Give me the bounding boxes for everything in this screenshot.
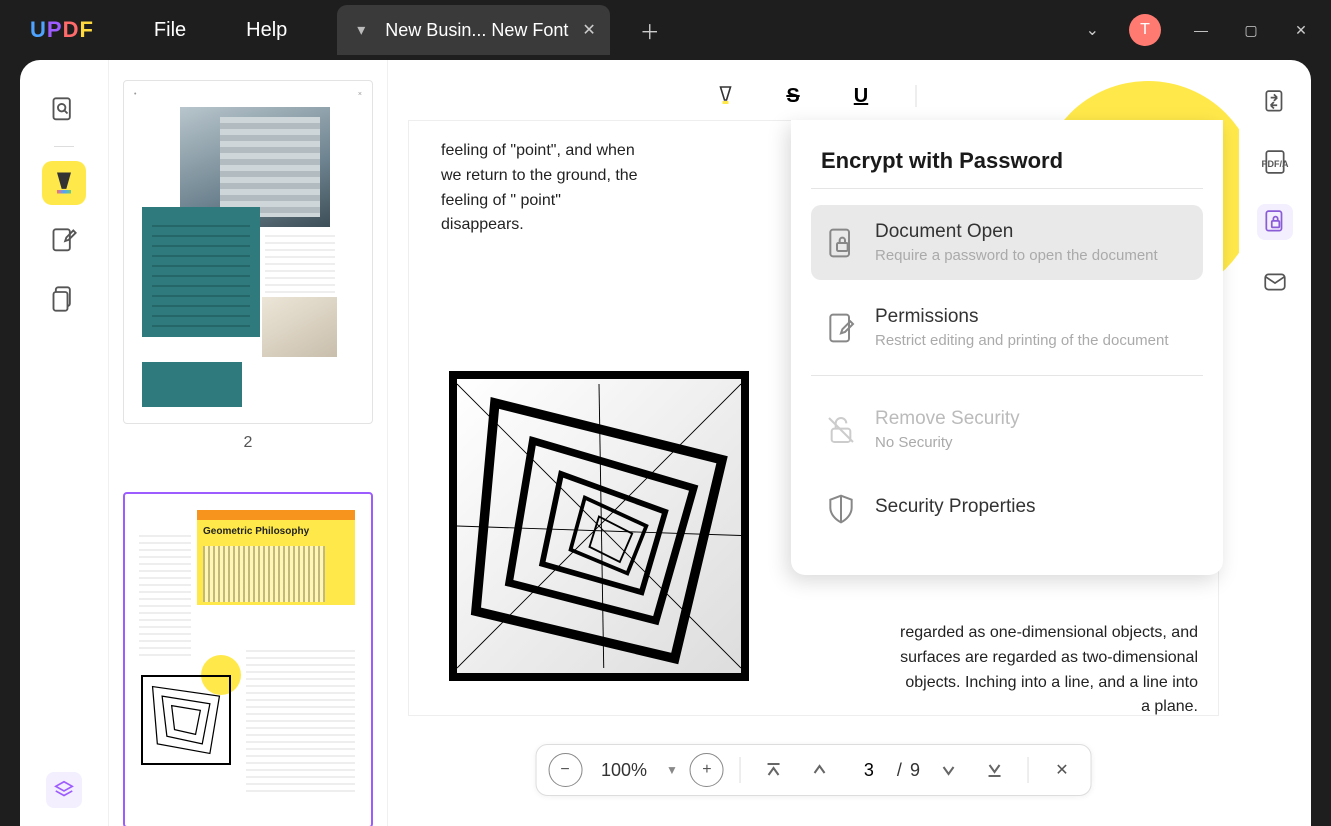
option-permissions[interactable]: Permissions Restrict editing and printin… (811, 290, 1203, 365)
share-tool[interactable] (1257, 264, 1293, 300)
option-subtitle: Restrict editing and printing of the doc… (875, 332, 1189, 349)
prev-page-button[interactable] (803, 753, 837, 787)
page-image-geometric (449, 371, 749, 681)
highlighter-icon[interactable] (711, 82, 739, 110)
tab-title: New Busin... New Font (385, 20, 568, 41)
page-total: 9 (910, 760, 920, 781)
security-tool[interactable] (1257, 204, 1293, 240)
strikethrough-icon[interactable]: S (779, 82, 807, 110)
new-tab-button[interactable]: ＋ (640, 16, 660, 45)
page-separator: / (897, 760, 902, 781)
option-title: Remove Security (875, 408, 1189, 430)
tab-close-icon[interactable]: ✕ (582, 20, 595, 40)
toolbar-separator (915, 85, 916, 107)
option-subtitle: Require a password to open the document (875, 247, 1189, 264)
option-document-open[interactable]: Document Open Require a password to open… (811, 205, 1203, 280)
option-subtitle: No Security (875, 434, 1189, 451)
encrypt-panel-title: Encrypt with Password (811, 148, 1203, 174)
separator (740, 757, 741, 783)
panel-separator (811, 188, 1203, 189)
shield-icon (825, 493, 857, 525)
maximize-button[interactable]: ▢ (1241, 22, 1261, 39)
option-security-properties[interactable]: Security Properties (811, 477, 1203, 541)
format-toolbar: S U (711, 82, 916, 110)
convert-tool[interactable] (1257, 84, 1293, 120)
zoom-in-button[interactable]: + (690, 753, 724, 787)
last-page-button[interactable] (978, 753, 1012, 787)
pages-tool[interactable] (42, 277, 86, 321)
zoom-dropdown-icon[interactable]: ▼ (666, 763, 678, 777)
window-controls: — ▢ ✕ (1191, 22, 1311, 39)
tab-strip: ▾ New Busin... New Font ✕ ＋ (337, 5, 1085, 55)
main-menu: File Help (154, 19, 287, 42)
page-input[interactable] (849, 760, 889, 781)
app-dropdown-icon[interactable]: ⌄ (1086, 20, 1099, 40)
title-bar: UPDF File Help ▾ New Busin... New Font ✕… (0, 0, 1331, 60)
menu-help[interactable]: Help (246, 19, 287, 42)
zoom-out-button[interactable]: − (548, 753, 582, 787)
option-title: Security Properties (875, 496, 1189, 518)
layers-button[interactable] (46, 772, 82, 808)
zoom-value: 100% (594, 760, 654, 781)
thumbnails-panel: •× 2 Geometric Philosophy (108, 60, 388, 826)
thumbnail-page-2[interactable]: •× (123, 80, 373, 424)
pagination-bar: − 100% ▼ + / 9 ✕ (535, 744, 1092, 796)
thumbnail-label-2: 2 (123, 434, 373, 452)
next-page-button[interactable] (932, 753, 966, 787)
workspace: •× 2 Geometric Philosophy (20, 60, 1311, 826)
separator (1028, 757, 1029, 783)
user-avatar[interactable]: T (1129, 14, 1161, 46)
thumbnail-page-3[interactable]: Geometric Philosophy (123, 492, 373, 826)
document-open-icon (825, 227, 857, 259)
toolbar-divider (54, 146, 74, 147)
app-logo: UPDF (30, 17, 94, 43)
first-page-button[interactable] (757, 753, 791, 787)
pdfa-label: PDF/A (1262, 159, 1289, 169)
permissions-icon (825, 312, 857, 344)
page-text-right: regarded as one-dimensional objects, and… (898, 621, 1198, 720)
thumb3-title: Geometric Philosophy (203, 526, 349, 537)
pdfa-tool[interactable]: PDF/A (1257, 144, 1293, 180)
document-tab[interactable]: ▾ New Busin... New Font ✕ (337, 5, 609, 55)
option-title: Document Open (875, 221, 1189, 243)
left-toolbar (20, 60, 108, 826)
encrypt-password-panel: Encrypt with Password Document Open Requ… (791, 120, 1223, 575)
titlebar-right: ⌄ T — ▢ ✕ (1086, 14, 1311, 46)
option-remove-security[interactable]: Remove Security No Security (811, 392, 1203, 467)
page-text-left: feeling of "point", and when we return t… (441, 139, 641, 238)
menu-file[interactable]: File (154, 19, 186, 42)
right-toolbar: PDF/A (1239, 60, 1311, 826)
tab-dropdown-icon[interactable]: ▾ (351, 20, 371, 40)
close-pagination-button[interactable]: ✕ (1045, 753, 1079, 787)
option-title: Permissions (875, 306, 1189, 328)
search-tool[interactable] (42, 88, 86, 132)
close-button[interactable]: ✕ (1291, 22, 1311, 39)
minimize-button[interactable]: — (1191, 22, 1211, 39)
edit-tool[interactable] (42, 219, 86, 263)
highlight-tool[interactable] (42, 161, 86, 205)
page-indicator: / 9 (849, 760, 920, 781)
panel-separator (811, 375, 1203, 376)
underline-icon[interactable]: U (847, 82, 875, 110)
unlock-icon (825, 414, 857, 446)
